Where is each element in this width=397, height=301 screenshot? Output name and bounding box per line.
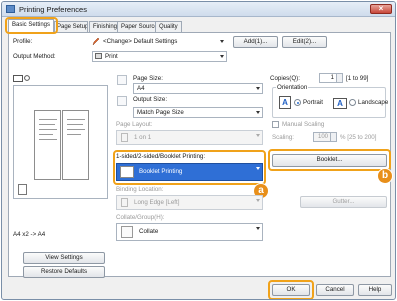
copies-value: 1 [330,75,334,81]
page-layout-value: 1 on 1 [134,134,152,141]
collate-label: Collate/Group(H): [116,214,165,221]
scaling-spinner[interactable]: 100 [313,132,337,142]
profile-label: Profile: [13,38,33,45]
output-method-select[interactable]: Print [92,51,227,62]
landscape-label: Landscape [358,99,389,106]
print-preview [13,85,108,199]
output-size-value: Match Page Size [137,109,184,116]
tab-page-setup[interactable]: Page Setup [54,21,88,32]
landscape-radio[interactable] [349,99,356,106]
output-size-select[interactable]: Match Page Size [133,107,263,118]
page-size-value: A4 [137,85,145,92]
output-size-label: Output Size: [133,96,168,103]
collate-select[interactable]: Collate [116,223,263,241]
scaling-range: % [25 to 200] [340,134,377,141]
basic-settings-panel: Profile: <Change> Default Settings Add(1… [8,32,393,278]
page-layout-label: Page Layout: [116,121,153,128]
restore-defaults-button[interactable]: Restore Defaults [23,266,105,278]
page-layout-select[interactable]: 1 on 1 [116,130,263,145]
page-size-select[interactable]: A4 [133,83,263,94]
orientation-label: Orientation [276,84,309,91]
booklet-highlight [268,149,391,171]
tab-highlight [5,17,58,34]
landscape-icon: A [333,98,347,109]
view-settings-button[interactable]: View Settings [23,252,105,264]
duplex-highlight [113,150,266,185]
copies-spinner[interactable]: 1 [319,73,343,83]
ok-highlight [268,280,314,299]
close-button[interactable]: × [370,4,392,14]
collate-icon [121,226,133,238]
manual-scaling-label: Manual Scaling [282,121,325,128]
output-method-label: Output Method: [13,53,56,60]
add-profile-button[interactable]: Add(1)... [233,36,278,48]
paper-stack-icon [18,184,27,195]
portrait-icon: A [279,96,291,109]
binding-value: Long Edge [Left] [134,199,180,206]
output-method-value: Print [105,53,118,60]
printer-small-icon [95,53,102,59]
scaling-label: Scaling: [272,134,295,141]
collate-value: Collate [139,228,159,235]
preview-view-icon[interactable] [13,75,23,82]
page-size-label: Page Size: [133,75,163,82]
scaling-value: 100 [317,134,328,140]
copies-label: Copies(Q): [270,75,300,82]
edit-profile-button[interactable]: Edit(2)... [282,36,327,48]
gutter-button[interactable]: Gutter... [300,196,387,208]
window-title: Printing Preferences [19,5,87,14]
printer-icon [6,5,15,13]
binding-label: Binding Location: [116,186,164,193]
callout-b: b [377,168,393,184]
copies-range: [1 to 99] [346,75,369,82]
binding-select[interactable]: Long Edge [Left] [116,195,263,210]
manual-scaling-checkbox[interactable] [272,121,279,128]
output-size-icon [117,96,127,106]
booklet-preview-image [34,110,90,180]
portrait-radio[interactable] [294,99,301,106]
profile-select[interactable] [101,36,227,47]
cancel-button[interactable]: Cancel [316,284,354,296]
page-layout-icon [121,133,128,142]
preview-zoom-icon[interactable] [24,75,31,82]
printing-preferences-window: Printing Preferences × Basic Settings Pa… [1,1,396,300]
title-bar[interactable]: Printing Preferences × [2,2,395,17]
portrait-label: Portrait [303,99,323,106]
binding-icon [121,198,128,207]
help-button[interactable]: Help [358,284,392,296]
tab-quality[interactable]: Quality [155,21,182,32]
pencil-icon [92,37,100,46]
preview-caption: A4 x2 -> A4 [13,231,46,238]
page-size-icon [117,75,127,85]
